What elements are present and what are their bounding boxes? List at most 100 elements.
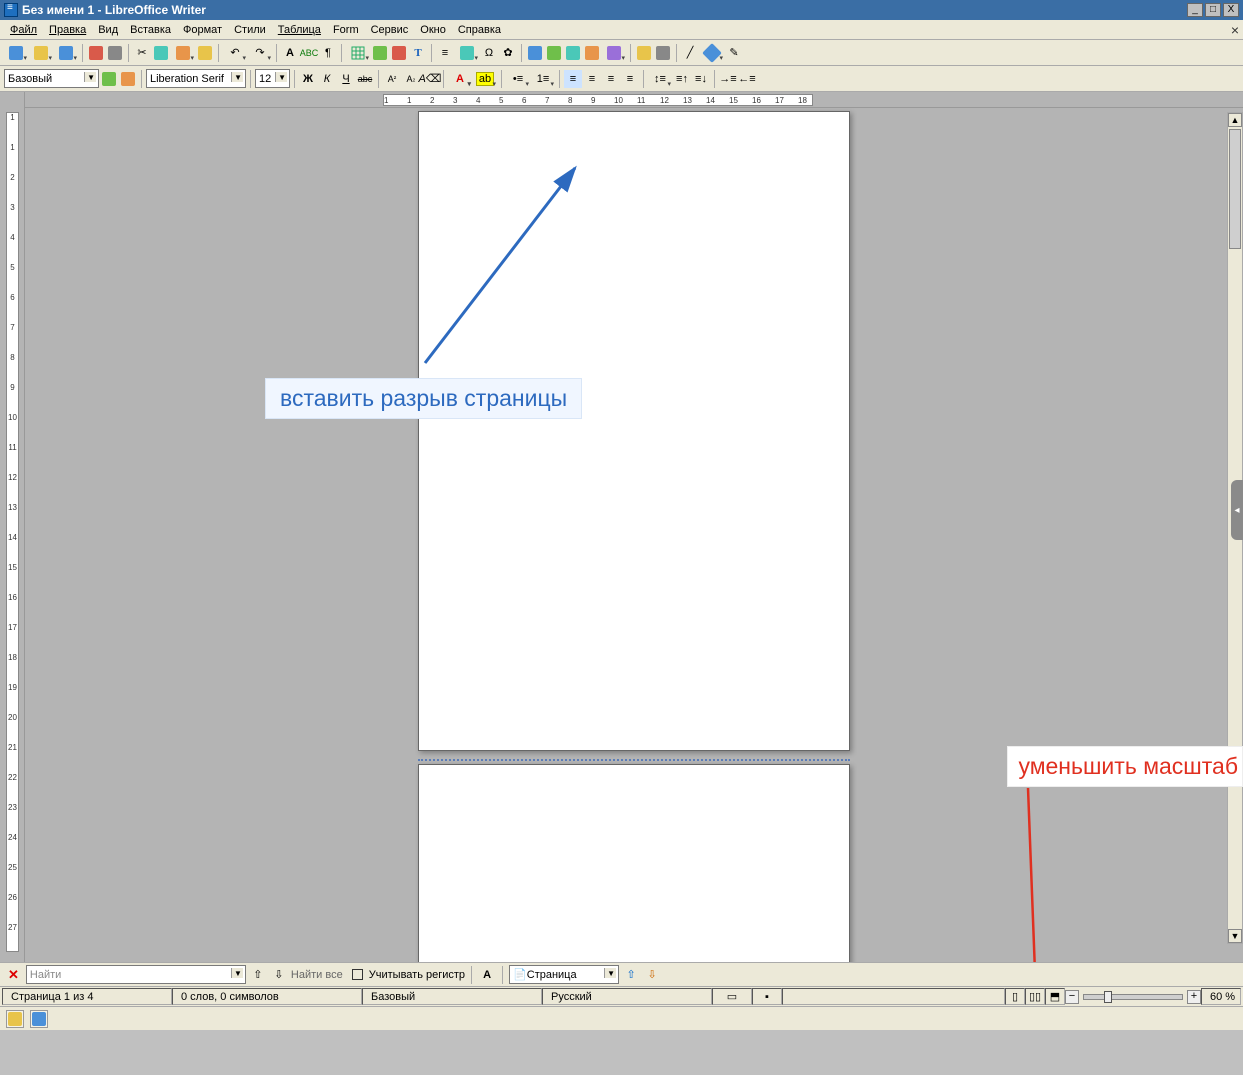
view-multi-page-button[interactable]: ▯▯ xyxy=(1025,988,1045,1005)
bullet-list-button[interactable]: •≡ xyxy=(506,70,530,88)
align-center-button[interactable]: ≡ xyxy=(583,70,601,88)
close-document-button[interactable]: × xyxy=(1231,22,1239,38)
status-page-style[interactable]: Базовый xyxy=(362,988,542,1005)
clear-formatting-button[interactable]: A⌫ xyxy=(421,70,439,88)
subscript-button[interactable]: A₂ xyxy=(402,70,420,88)
scroll-down-button[interactable]: ▼ xyxy=(1228,929,1242,943)
horizontal-ruler[interactable]: 1123456789101112131415161718 xyxy=(25,92,1243,108)
zoom-percent[interactable]: 60 % xyxy=(1201,988,1241,1005)
bold-button[interactable]: Ж xyxy=(299,70,317,88)
match-case-checkbox[interactable] xyxy=(352,969,363,980)
update-style-button[interactable] xyxy=(100,70,118,88)
insert-comment-button[interactable] xyxy=(635,44,653,62)
insert-special-char-button[interactable]: Ω xyxy=(480,44,498,62)
menu-insert[interactable]: Вставка xyxy=(124,22,177,38)
scrollbar-thumb[interactable] xyxy=(1229,129,1241,249)
zoom-out-button[interactable]: − xyxy=(1065,990,1079,1004)
superscript-button[interactable]: A² xyxy=(383,70,401,88)
align-justify-button[interactable]: ≡ xyxy=(621,70,639,88)
menu-form[interactable]: Form xyxy=(327,22,365,38)
vertical-ruler[interactable]: 1123456789101112131415161718192021222324… xyxy=(0,92,25,962)
menu-view[interactable]: Вид xyxy=(92,22,124,38)
maximize-button[interactable]: □ xyxy=(1205,3,1221,17)
print-button[interactable] xyxy=(106,44,124,62)
find-next-button[interactable]: ⇩ xyxy=(270,966,288,984)
paragraph-style-dropdown[interactable]: Базовый xyxy=(4,69,99,88)
align-left-button[interactable]: ≡ xyxy=(564,70,582,88)
insert-hyperlink-button[interactable] xyxy=(526,44,544,62)
menu-table[interactable]: Таблица xyxy=(272,22,327,38)
strikethrough-button[interactable]: abc xyxy=(356,70,374,88)
zoom-slider[interactable] xyxy=(1083,994,1183,1000)
insert-table-button[interactable] xyxy=(346,44,370,62)
menu-help[interactable]: Справка xyxy=(452,22,507,38)
font-color-button[interactable]: A xyxy=(448,70,472,88)
spellcheck-button[interactable]: ABC xyxy=(300,44,318,62)
status-selection-mode[interactable]: ▪ xyxy=(752,988,782,1005)
document-canvas[interactable]: вставить разрыв страницы уменьшить масшт… xyxy=(25,108,1243,962)
export-pdf-button[interactable] xyxy=(87,44,105,62)
scroll-up-button[interactable]: ▲ xyxy=(1228,113,1242,127)
find-all-button[interactable]: Найти все xyxy=(291,969,343,981)
font-size-dropdown[interactable]: 12 xyxy=(255,69,290,88)
page-2[interactable] xyxy=(418,764,850,962)
insert-image-button[interactable] xyxy=(371,44,389,62)
insert-symbol-button[interactable]: ✿ xyxy=(499,44,517,62)
find-replace-button[interactable]: A xyxy=(281,44,299,62)
highlight-color-button[interactable]: ab xyxy=(473,70,497,88)
page-1[interactable] xyxy=(418,111,850,751)
find-input[interactable]: Найти xyxy=(26,965,246,984)
undo-button[interactable]: ↶ xyxy=(223,44,247,62)
track-changes-button[interactable] xyxy=(654,44,672,62)
view-book-button[interactable]: ⬒ xyxy=(1045,988,1065,1005)
status-language[interactable]: Русский xyxy=(542,988,712,1005)
open-button[interactable] xyxy=(29,44,53,62)
insert-page-break-button[interactable]: ≡ xyxy=(436,44,454,62)
cut-button[interactable]: ✂ xyxy=(133,44,151,62)
basic-shapes-button[interactable] xyxy=(700,44,724,62)
close-findbar-button[interactable]: ✕ xyxy=(4,967,23,983)
copy-button[interactable] xyxy=(152,44,170,62)
close-button[interactable]: X xyxy=(1223,3,1239,17)
view-single-page-button[interactable]: ▯ xyxy=(1005,988,1025,1005)
taskbar-writer-icon[interactable] xyxy=(30,1010,48,1028)
show-draw-functions-button[interactable]: ✎ xyxy=(725,44,743,62)
save-button[interactable] xyxy=(54,44,78,62)
insert-bookmark-button[interactable] xyxy=(583,44,601,62)
formatting-marks-button[interactable]: ¶ xyxy=(319,44,337,62)
decrease-indent-button[interactable]: ←≡ xyxy=(738,70,756,88)
line-button[interactable]: ╱ xyxy=(681,44,699,62)
nav-next-button[interactable]: ⇩ xyxy=(643,966,661,984)
menu-edit[interactable]: Правка xyxy=(43,22,92,38)
increase-spacing-button[interactable]: ≡↑ xyxy=(673,70,691,88)
clone-formatting-button[interactable] xyxy=(196,44,214,62)
minimize-button[interactable]: _ xyxy=(1187,3,1203,17)
number-list-button[interactable]: 1≡ xyxy=(531,70,555,88)
new-document-button[interactable] xyxy=(4,44,28,62)
status-page[interactable]: Страница 1 из 4 xyxy=(2,988,172,1005)
menu-file[interactable]: Файл xyxy=(4,22,43,38)
increase-indent-button[interactable]: →≡ xyxy=(719,70,737,88)
menu-window[interactable]: Окно xyxy=(414,22,452,38)
insert-endnote-button[interactable] xyxy=(564,44,582,62)
zoom-slider-knob[interactable] xyxy=(1104,991,1112,1003)
font-name-dropdown[interactable]: Liberation Serif xyxy=(146,69,246,88)
insert-field-button[interactable] xyxy=(455,44,479,62)
status-word-count[interactable]: 0 слов, 0 символов xyxy=(172,988,362,1005)
taskbar-folder-icon[interactable] xyxy=(6,1010,24,1028)
new-style-button[interactable] xyxy=(119,70,137,88)
insert-footnote-button[interactable] xyxy=(545,44,563,62)
navigate-by-dropdown[interactable]: 📄 Страница xyxy=(509,965,619,984)
nav-prev-button[interactable]: ⇧ xyxy=(622,966,640,984)
insert-textbox-button[interactable]: T xyxy=(409,44,427,62)
line-spacing-button[interactable]: ↕≡ xyxy=(648,70,672,88)
menu-tools[interactable]: Сервис xyxy=(365,22,415,38)
menu-styles[interactable]: Стили xyxy=(228,22,272,38)
insert-chart-button[interactable] xyxy=(390,44,408,62)
find-settings-button[interactable]: A xyxy=(478,966,496,984)
menu-format[interactable]: Формат xyxy=(177,22,228,38)
status-insert-mode[interactable]: ▭ xyxy=(712,988,752,1005)
paste-button[interactable] xyxy=(171,44,195,62)
find-prev-button[interactable]: ⇧ xyxy=(249,966,267,984)
insert-cross-ref-button[interactable] xyxy=(602,44,626,62)
